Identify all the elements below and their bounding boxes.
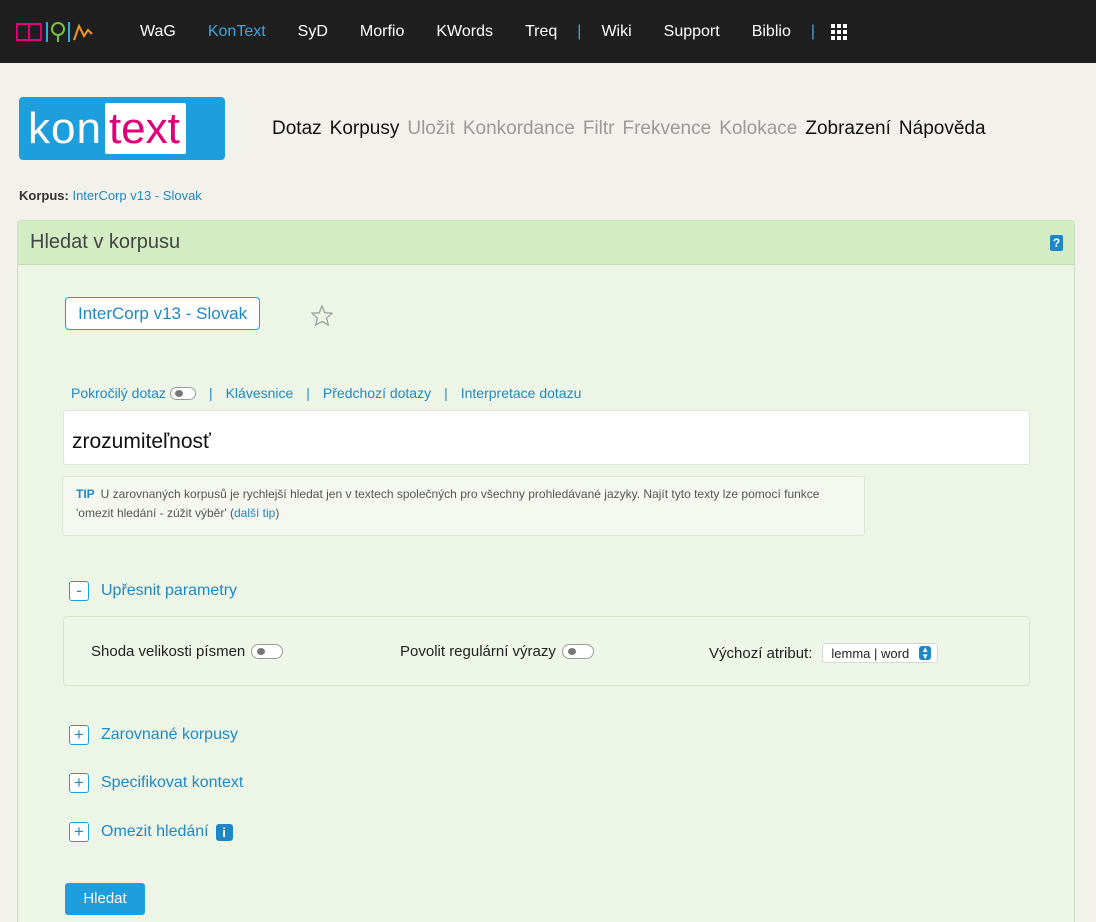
topnav-support[interactable]: Support (648, 23, 736, 41)
tip-box: TIP U zarovnaných korpusů je rychlejší hl… (62, 476, 865, 536)
aligned-section: + Zarovnané korpusy (69, 725, 238, 745)
corpus-indicator: Korpus: InterCorp v13 - Slovak (19, 188, 202, 203)
apps-grid-icon[interactable] (831, 23, 847, 40)
logo-text-text: text (104, 103, 186, 154)
attr-param: Výchozí atribut: lemma | word ▲ ▼ (709, 643, 939, 663)
corpus-name-link[interactable]: InterCorp v13 - Slovak (72, 188, 201, 203)
history-link[interactable]: Předchozí dotazy (323, 385, 431, 401)
regex-toggle[interactable] (561, 644, 594, 659)
main-menu: Dotaz Korpusy Uložit Konkordance Filtr F… (272, 118, 994, 140)
case-label: Shoda velikosti písmen (91, 643, 246, 660)
refine-toggle-button[interactable]: - (69, 581, 89, 601)
menu-zobrazeni[interactable]: Zobrazení (805, 118, 891, 140)
corpus-label: Korpus: (19, 188, 69, 203)
menu-napoveda[interactable]: Nápověda (899, 118, 986, 140)
advanced-query-toggle[interactable] (169, 386, 196, 400)
context-toggle-button[interactable]: + (69, 773, 89, 793)
default-attr-select[interactable]: lemma | word ▲ ▼ (822, 643, 939, 663)
regex-param: Povolit regulární výrazy (400, 643, 594, 660)
refine-section: - Upřesnit parametry (69, 581, 237, 601)
restrict-section: + Omezit hledání i (69, 822, 233, 842)
menu-korpusy[interactable]: Korpusy (330, 118, 400, 140)
query-input[interactable]: zrozumiteľnosť (63, 410, 1030, 465)
portal-logo-icon (16, 21, 93, 42)
menu-dotaz[interactable]: Dotaz (272, 118, 322, 140)
context-label[interactable]: Specifikovat kontext (101, 774, 243, 792)
info-icon[interactable]: i (215, 823, 233, 841)
corpus-select-button[interactable]: InterCorp v13 - Slovak (65, 297, 261, 330)
query-links: Pokročilý dotaz | Klávesnice | Předchozí… (71, 385, 581, 401)
favorite-star-icon[interactable] (311, 305, 333, 326)
panel-header: Hledat v korpusu (18, 221, 1074, 265)
help-icon[interactable]: ? (1050, 235, 1063, 251)
topnav-separator: | (810, 22, 815, 40)
menu-filtr: Filtr (582, 118, 615, 139)
top-bar: WaG KonText SyD Morfio KWords Treq | Wik… (0, 0, 1096, 63)
context-section: + Specifikovat kontext (69, 773, 243, 793)
logo-text-kon: kon (28, 103, 102, 153)
topnav-morfio[interactable]: Morfio (344, 23, 420, 41)
regex-label: Povolit regulární výrazy (400, 643, 556, 660)
panel-title: Hledat v korpusu (30, 231, 181, 253)
case-toggle[interactable] (251, 644, 284, 659)
menu-frekvence: Frekvence (622, 118, 712, 139)
topnav-separator: | (577, 22, 582, 40)
refine-label[interactable]: Upřesnit parametry (101, 582, 237, 600)
tip-paren: ) (275, 506, 280, 520)
keyboard-link[interactable]: Klávesnice (226, 385, 294, 401)
interpret-link[interactable]: Interpretace dotazu (461, 385, 582, 401)
query-form-panel: Hledat v korpusu ? InterCorp v13 - Slova… (17, 220, 1075, 922)
link-separator: | (306, 385, 310, 401)
topnav-kontext[interactable]: KonText (192, 23, 282, 41)
restrict-label[interactable]: Omezit hledání (101, 823, 209, 841)
menu-konkordance: Konkordance (462, 118, 575, 139)
aligned-label[interactable]: Zarovnané korpusy (101, 726, 238, 744)
aligned-toggle-button[interactable]: + (69, 725, 89, 745)
attr-value: lemma | word (831, 645, 910, 661)
advanced-query-link[interactable]: Pokročilý dotaz (71, 385, 166, 401)
menu-kolokace: Kolokace (719, 118, 798, 139)
link-separator: | (208, 385, 213, 401)
topnav-wiki[interactable]: Wiki (585, 23, 647, 41)
topnav-kwords[interactable]: KWords (420, 23, 509, 41)
topnav-wag[interactable]: WaG (124, 23, 192, 41)
top-nav: WaG KonText SyD Morfio KWords Treq | Wik… (124, 23, 847, 41)
params-box: Shoda velikosti písmen Povolit regulární… (63, 616, 1030, 686)
app-switcher-logo[interactable] (16, 21, 116, 43)
tip-text: U zarovnaných korpusů je rychlejší hleda… (76, 487, 820, 520)
tip-label: TIP (76, 487, 95, 501)
kontext-logo[interactable]: kon text (19, 97, 225, 160)
topnav-treq[interactable]: Treq (509, 23, 573, 41)
select-arrows-icon: ▲ ▼ (919, 646, 932, 661)
next-tip-link[interactable]: další tip (234, 506, 275, 520)
menu-ulozit: Uložit (407, 118, 455, 139)
case-param: Shoda velikosti písmen (91, 643, 284, 660)
topnav-syd[interactable]: SyD (282, 23, 344, 41)
topnav-biblio[interactable]: Biblio (736, 23, 807, 41)
search-button[interactable]: Hledat (65, 883, 145, 915)
restrict-toggle-button[interactable]: + (69, 822, 89, 842)
attr-label: Výchozí atribut: (709, 644, 813, 662)
link-separator: | (444, 385, 448, 401)
